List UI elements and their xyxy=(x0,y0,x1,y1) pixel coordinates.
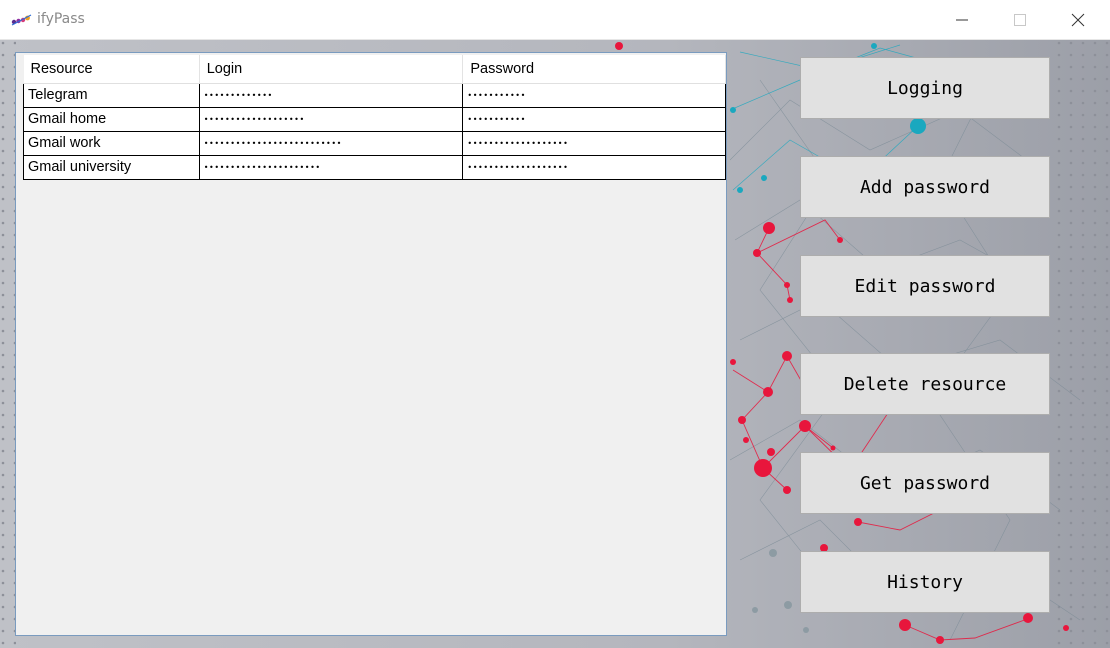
title-bar: ifyPass xyxy=(0,0,1110,40)
resource-grid[interactable]: Resource Login Password Telegram •••••••… xyxy=(15,52,727,636)
add-password-button[interactable]: Add password xyxy=(800,156,1050,218)
logging-button[interactable]: Logging xyxy=(800,57,1050,119)
close-button[interactable] xyxy=(1049,0,1107,40)
table-row[interactable]: Gmail home ••••••••••••••••••• •••••••••… xyxy=(23,106,726,132)
maximize-button[interactable] xyxy=(991,0,1049,40)
cell-resource[interactable]: Gmail work xyxy=(23,130,200,156)
maximize-icon xyxy=(1014,14,1026,26)
table-row[interactable]: Gmail work •••••••••••••••••••••••••• ••… xyxy=(23,130,726,156)
cell-resource[interactable]: Gmail home xyxy=(23,106,200,132)
cell-password[interactable]: ••••••••••••••••••• xyxy=(462,154,726,180)
table-header-row: Resource Login Password xyxy=(23,55,726,84)
minimize-icon xyxy=(956,19,968,21)
cell-resource[interactable]: Telegram xyxy=(23,82,200,108)
cell-password[interactable]: ••••••••••• xyxy=(462,106,726,132)
delete-resource-button[interactable]: Delete resource xyxy=(800,353,1050,415)
minimize-button[interactable] xyxy=(933,0,991,40)
app-logo-icon xyxy=(11,14,32,26)
main-area: Resource Login Password Telegram •••••••… xyxy=(0,40,1110,648)
get-password-button[interactable]: Get password xyxy=(800,452,1050,514)
cell-login[interactable]: •••••••••••••••••••••• xyxy=(198,154,464,180)
cell-login[interactable]: ••••••••••••• xyxy=(198,82,464,108)
cell-resource[interactable]: Gmail university xyxy=(23,154,200,180)
resource-table: Resource Login Password Telegram •••••••… xyxy=(23,55,726,180)
table-row[interactable]: Gmail university •••••••••••••••••••••• … xyxy=(23,154,726,180)
cell-password[interactable]: ••••••••••• xyxy=(462,82,726,108)
column-header-resource[interactable]: Resource xyxy=(23,55,200,84)
history-button[interactable]: History xyxy=(800,551,1050,613)
cell-login[interactable]: •••••••••••••••••••••••••• xyxy=(198,130,464,156)
window-title: ifyPass xyxy=(37,11,85,27)
cell-password[interactable]: ••••••••••••••••••• xyxy=(462,130,726,156)
column-header-login[interactable]: Login xyxy=(199,55,464,84)
column-header-password[interactable]: Password xyxy=(462,55,726,84)
close-icon xyxy=(1071,13,1085,27)
cell-login[interactable]: ••••••••••••••••••• xyxy=(198,106,464,132)
table-row[interactable]: Telegram ••••••••••••• ••••••••••• xyxy=(23,82,726,108)
edit-password-button[interactable]: Edit password xyxy=(800,255,1050,317)
